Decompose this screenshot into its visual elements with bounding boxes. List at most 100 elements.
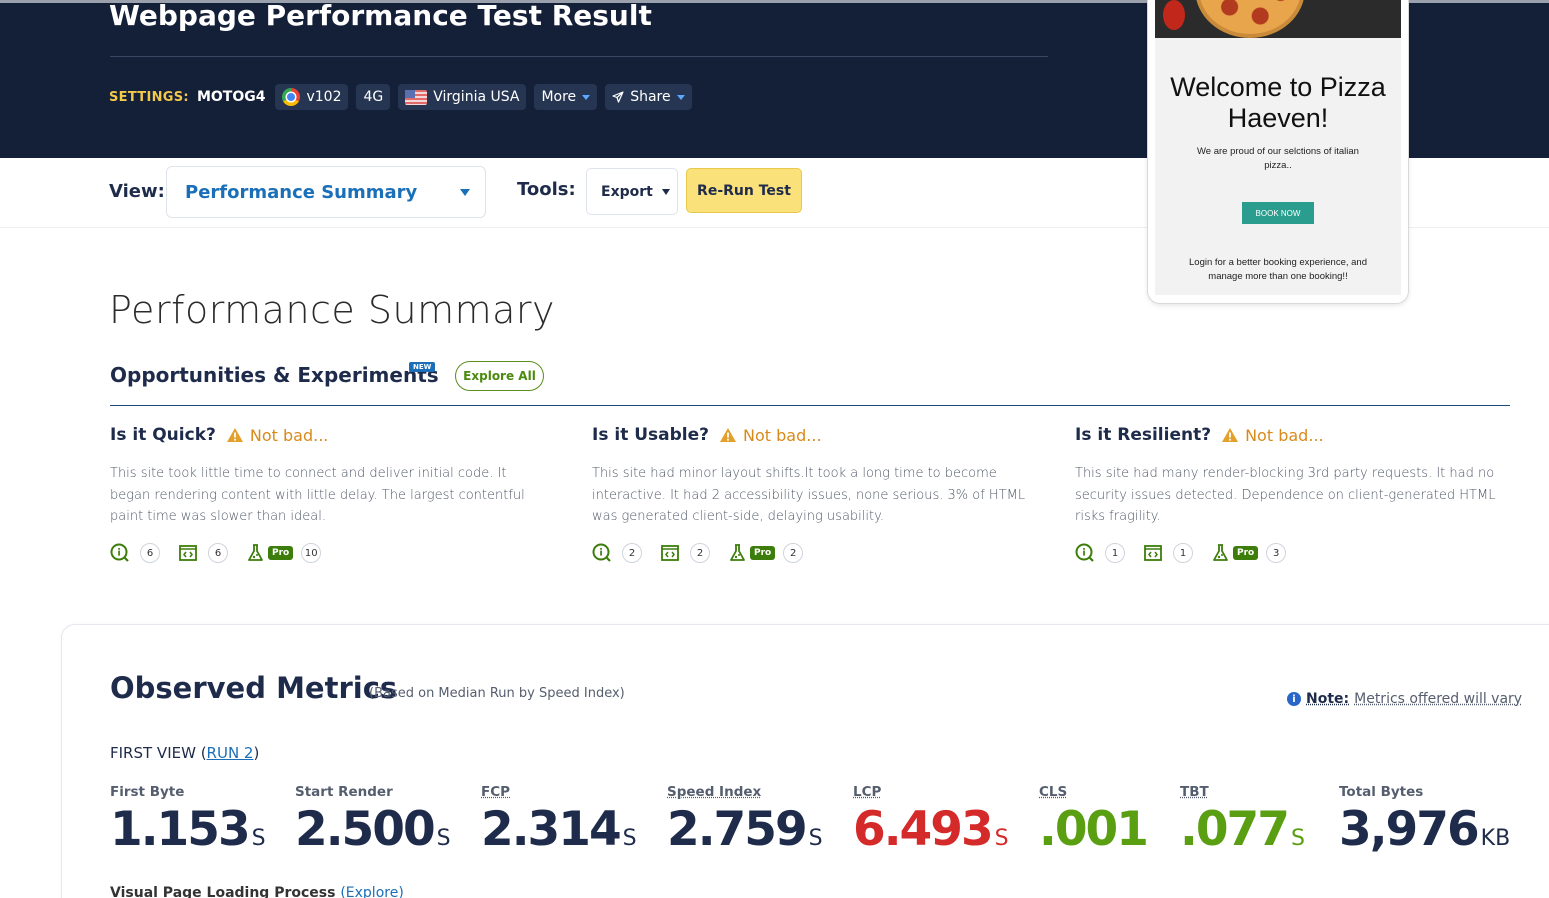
metric-unit: S xyxy=(436,826,451,851)
metric-unit: KB xyxy=(1480,826,1511,851)
more-button[interactable]: More xyxy=(534,84,598,110)
experiments-count: 3 xyxy=(1266,543,1287,563)
metric-unit: S xyxy=(808,826,823,851)
resilient-heading-text: Is it Resilient? xyxy=(1075,425,1212,445)
metric-fcp[interactable]: FCP 2.314 S xyxy=(481,784,637,867)
settings-bar: SETTINGS: MOTOG4 v102 4G Virginia USA Mo… xyxy=(109,84,692,110)
us-flag-icon xyxy=(405,89,428,105)
usable-heading-text: Is it Usable? xyxy=(592,425,710,445)
quick-heading[interactable]: Is it Quick? Not bad... xyxy=(110,425,550,445)
usable-verdict: Not bad... xyxy=(743,425,822,445)
quick-heading-text: Is it Quick? xyxy=(110,425,216,445)
metric-unit: S xyxy=(251,826,266,851)
chevron-down-icon xyxy=(676,94,685,100)
metric-value: .001 xyxy=(1039,802,1150,867)
usable-column: Is it Usable? Not bad... This site had m… xyxy=(592,425,1032,563)
beaker-icon[interactable] xyxy=(1211,543,1231,563)
chevron-down-icon xyxy=(582,94,591,100)
visual-loading-label: Visual Page Loading Process xyxy=(110,885,336,898)
page-preview[interactable]: Welcome to Pizza Haeven! We are proud of… xyxy=(1148,0,1408,303)
pro-badge: Pro xyxy=(268,546,294,560)
observed-metrics-title: Observed Metrics xyxy=(110,671,398,705)
rerun-test-button[interactable]: Re-Run Test xyxy=(686,168,802,213)
pro-badge: Pro xyxy=(1233,546,1259,560)
run-link[interactable]: RUN 2 xyxy=(207,744,254,762)
export-label: Export xyxy=(601,183,653,200)
quick-counts: 6 6 Pro 10 xyxy=(110,541,322,565)
usable-description: This site had minor layout shifts.It too… xyxy=(592,466,1026,524)
resilient-column: Is it Resilient? Not bad... This site ha… xyxy=(1075,425,1515,563)
beaker-icon[interactable] xyxy=(728,543,748,563)
warning-icon xyxy=(1222,428,1239,442)
metric-label[interactable]: CLS xyxy=(1039,784,1150,800)
share-button[interactable]: Share xyxy=(605,84,692,110)
resilient-counts: 1 1 Pro 3 xyxy=(1075,541,1287,565)
connection-chip[interactable]: 4G xyxy=(356,84,391,110)
metric-label[interactable]: Speed Index xyxy=(667,784,823,800)
usable-heading[interactable]: Is it Usable? Not bad... xyxy=(592,425,1032,445)
pizza-image xyxy=(1195,0,1305,38)
observations-count: 1 xyxy=(1105,543,1125,563)
quick-check-icon[interactable] xyxy=(1075,543,1095,563)
browser-version: v102 xyxy=(306,89,342,105)
quick-check-icon[interactable] xyxy=(592,543,612,563)
code-doc-icon[interactable] xyxy=(1143,543,1163,563)
metric-value: 2.314 S xyxy=(481,802,637,867)
tips-count: 1 xyxy=(1173,543,1193,563)
metric-speed-index[interactable]: Speed Index 2.759 S xyxy=(667,784,823,867)
quick-check-icon[interactable] xyxy=(110,543,130,563)
resilient-description: This site had many render-blocking 3rd p… xyxy=(1075,466,1496,524)
preview-book-button: BOOK NOW xyxy=(1242,202,1314,224)
header-divider xyxy=(110,56,1048,57)
metric-unit: S xyxy=(994,826,1009,851)
resilient-heading[interactable]: Is it Resilient? Not bad... xyxy=(1075,425,1515,445)
metric-label: First Byte xyxy=(110,784,185,800)
send-icon xyxy=(612,91,624,103)
preview-welcome: Welcome to Pizza Haeven! xyxy=(1170,72,1386,133)
location-chip[interactable]: Virginia USA xyxy=(398,84,527,110)
warning-icon xyxy=(226,428,243,442)
settings-label: SETTINGS: xyxy=(109,89,189,105)
experiments-count: 10 xyxy=(301,543,322,563)
code-doc-icon[interactable] xyxy=(178,543,198,563)
metric-label[interactable]: LCP xyxy=(853,784,1009,800)
new-badge: NEW xyxy=(409,362,436,372)
observed-metrics-subtitle: (Based on Median Run by Speed Index) xyxy=(369,686,625,701)
view-select[interactable]: Performance Summary xyxy=(166,166,486,218)
preview-screen: Welcome to Pizza Haeven! We are proud of… xyxy=(1155,0,1401,295)
metrics-note[interactable]: i Note: Metrics offered will vary xyxy=(1287,691,1522,707)
explore-all-button[interactable]: Explore All xyxy=(455,361,544,391)
export-button[interactable]: Export xyxy=(586,168,678,215)
metric-number: .077 xyxy=(1180,802,1290,857)
metric-number: 3,976 xyxy=(1339,802,1480,857)
metric-tbt[interactable]: TBT .077 S xyxy=(1180,784,1305,867)
preview-hero-image xyxy=(1155,0,1401,38)
first-view-text: FIRST VIEW ( xyxy=(110,744,207,762)
metric-label[interactable]: TBT xyxy=(1180,784,1305,800)
metric-value: .077 S xyxy=(1180,802,1305,867)
explore-link[interactable]: (Explore) xyxy=(340,885,403,898)
metric-cls[interactable]: CLS .001 xyxy=(1039,784,1150,867)
metric-value: 3,976 KB xyxy=(1339,802,1510,867)
page: Webpage Performance Test Result SETTINGS… xyxy=(0,0,1549,898)
chevron-down-icon xyxy=(460,189,470,196)
first-view-close: ) xyxy=(253,744,260,762)
metric-value: 2.500 S xyxy=(295,802,451,867)
chrome-icon xyxy=(282,88,301,106)
metric-number: 6.493 xyxy=(853,802,994,857)
metric-start-render: Start Render 2.500 S xyxy=(295,784,451,867)
metric-label[interactable]: FCP xyxy=(481,784,637,800)
location-label: Virginia USA xyxy=(433,89,520,105)
device-label: MOTOG4 xyxy=(196,89,266,105)
browser-chip[interactable]: v102 xyxy=(275,84,349,110)
metric-first-byte: First Byte 1.153 S xyxy=(110,784,266,867)
metric-label: Total Bytes xyxy=(1339,784,1424,800)
observations-count: 2 xyxy=(622,543,642,563)
code-doc-icon[interactable] xyxy=(660,543,680,563)
beaker-icon[interactable] xyxy=(246,543,266,563)
metric-total-bytes: Total Bytes 3,976 KB xyxy=(1339,784,1510,867)
view-select-value: Performance Summary xyxy=(185,181,418,203)
metric-lcp[interactable]: LCP 6.493 S xyxy=(853,784,1009,867)
metric-unit: S xyxy=(1290,826,1305,851)
metric-value: 1.153 S xyxy=(110,802,266,867)
